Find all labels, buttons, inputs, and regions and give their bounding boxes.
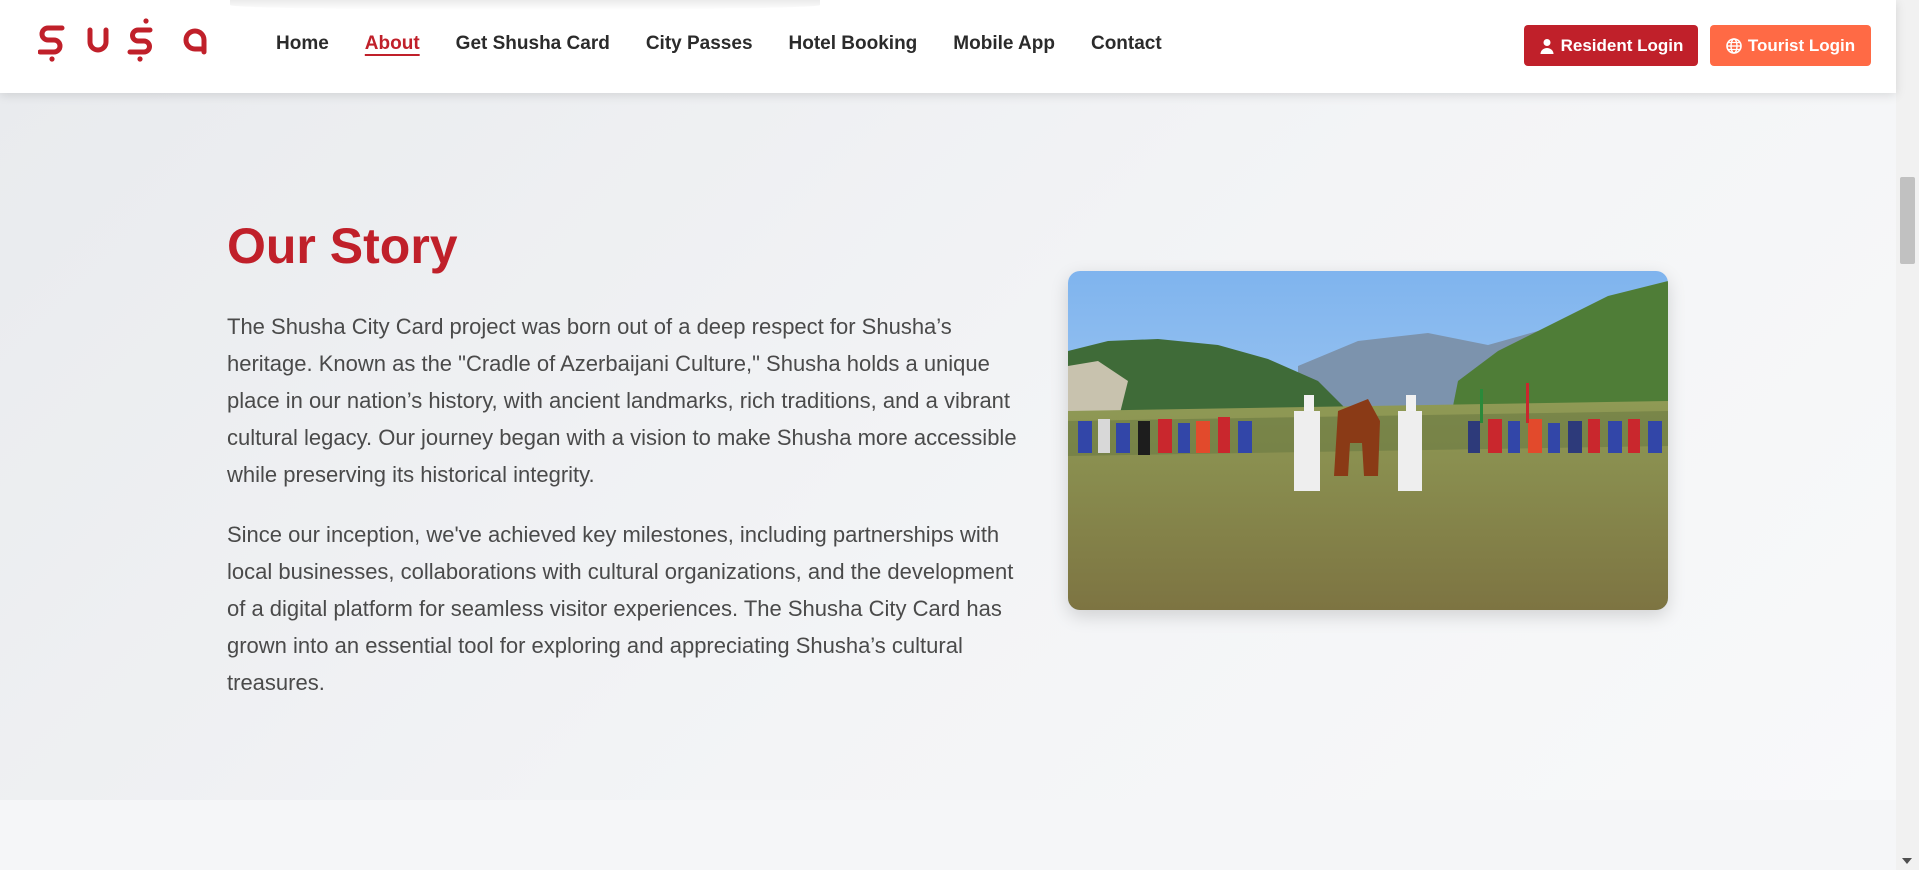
header-shadow xyxy=(230,0,820,10)
site-header: Home About Get Shusha Card City Passes H… xyxy=(0,0,1896,93)
shusha-logo[interactable] xyxy=(38,18,216,62)
story-paragraph-1: The Shusha City Card project was born ou… xyxy=(227,314,1017,487)
nav-get-shusha-card[interactable]: Get Shusha Card xyxy=(456,33,610,55)
nav-hotel-booking[interactable]: Hotel Booking xyxy=(789,33,918,55)
tourist-login-button[interactable]: Tourist Login xyxy=(1710,25,1871,66)
resident-login-label: Resident Login xyxy=(1560,35,1684,55)
resident-login-button[interactable]: Resident Login xyxy=(1524,25,1698,66)
next-section xyxy=(0,800,1896,870)
main-nav: Home About Get Shusha Card City Passes H… xyxy=(276,33,1198,55)
nav-mobile-app[interactable]: Mobile App xyxy=(953,33,1055,55)
nav-contact[interactable]: Contact xyxy=(1091,33,1162,55)
story-paragraph-2: Since our inception, we've achieved key … xyxy=(227,522,1014,695)
tourist-login-label: Tourist Login xyxy=(1747,35,1856,55)
nav-city-passes[interactable]: City Passes xyxy=(646,33,753,55)
globe-icon xyxy=(1726,37,1742,54)
story-title: Our Story xyxy=(227,218,458,274)
scroll-down-arrow-icon[interactable] xyxy=(1902,858,1912,864)
nav-home[interactable]: Home xyxy=(276,33,329,55)
page-scrollbar[interactable] xyxy=(1896,0,1919,870)
nav-about[interactable]: About xyxy=(365,33,420,55)
story-photo xyxy=(1068,271,1668,610)
festival-meadow-image xyxy=(1068,271,1668,610)
user-icon xyxy=(1540,38,1554,54)
scrollbar-thumb[interactable] xyxy=(1900,177,1915,264)
our-story-section: Our Story The Shusha City Card project w… xyxy=(0,93,1896,800)
